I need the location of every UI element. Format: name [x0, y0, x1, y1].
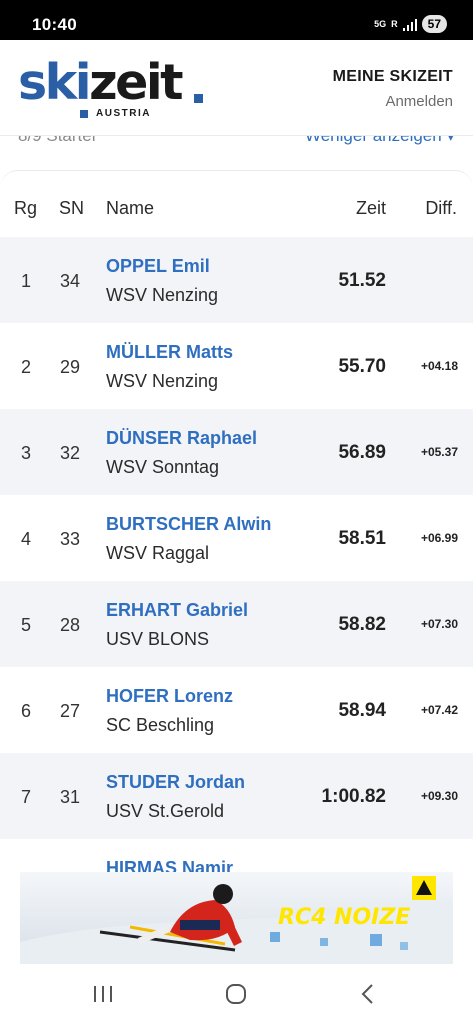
column-header-rank: Rg [14, 198, 38, 218]
logo-subtitle: AUSTRIA [96, 108, 151, 119]
logo-dot [194, 94, 203, 103]
athlete-name-link[interactable]: STUDER Jordan [106, 772, 245, 793]
athlete-name-link[interactable]: HOFER Lorenz [106, 686, 233, 707]
skizeit-logo[interactable]: skizeit AUSTRIA [18, 54, 208, 120]
status-time: 10:40 [32, 15, 77, 34]
chevron-up-icon: ▾ [446, 136, 455, 145]
column-header-time: Zeit [355, 198, 386, 218]
table-row[interactable]: 4 33 BURTSCHER Alwin WSV Raggal 58.51 +0… [0, 495, 473, 581]
time-cell: 58.82 [338, 614, 386, 635]
site-header: skizeit AUSTRIA MEINE SKIZEIT Anmelden [0, 40, 473, 136]
diff-cell: +07.42 [420, 703, 458, 717]
club-cell: WSV Nenzing [106, 371, 219, 391]
back-icon [361, 984, 373, 1004]
table-header: Rg SN Name Zeit Diff. [0, 171, 473, 237]
rank-cell: 3 [21, 443, 32, 463]
home-icon [226, 984, 246, 1004]
diff-cell: +05.37 [420, 445, 458, 459]
table-row[interactable]: 6 27 HOFER Lorenz SC Beschling 58.94 +07… [0, 667, 473, 753]
club-cell: WSV Nenzing [106, 285, 219, 305]
recent-apps-icon [94, 986, 112, 1002]
start-number-cell: 31 [60, 787, 81, 807]
athlete-name-link[interactable]: HIRMAS Namir [106, 858, 233, 872]
account-menu-title[interactable]: MEINE SKIZEIT [333, 68, 453, 86]
rank-cell: 6 [21, 701, 32, 721]
athlete-name-link[interactable]: BURTSCHER Alwin [106, 514, 271, 535]
status-bar: 10:40 5G R 57 [0, 0, 473, 40]
battery-indicator: 57 [421, 15, 447, 33]
table-row[interactable]: 5 28 ERHART Gabriel USV BLONS 58.82 +07.… [0, 581, 473, 667]
signal-icon [402, 18, 417, 31]
start-number-cell: 33 [60, 529, 81, 549]
column-header-sn: SN [59, 198, 85, 218]
rank-cell: 1 [21, 271, 32, 291]
athlete-name-link[interactable]: DÜNSER Raphael [106, 428, 257, 449]
club-cell: SC Beschling [106, 715, 215, 735]
table-row[interactable]: 1 34 OPPEL Emil WSV Nenzing 51.52 [0, 237, 473, 323]
rank-cell: 7 [21, 787, 32, 807]
start-number-cell: 29 [60, 357, 81, 377]
table-row[interactable]: 2 29 MÜLLER Matts WSV Nenzing 55.70 +04.… [0, 323, 473, 409]
column-header-diff: Diff. [425, 198, 457, 218]
logo-text-ski: ski [18, 54, 92, 111]
login-link[interactable]: Anmelden [385, 93, 453, 110]
starter-count: 8/9 Starter [18, 136, 97, 146]
club-cell: WSV Sonntag [106, 457, 220, 477]
back-button[interactable] [352, 979, 384, 1009]
start-number-cell: 34 [60, 271, 81, 291]
athlete-name-link[interactable]: OPPEL Emil [106, 256, 210, 277]
start-number-cell: 27 [60, 701, 81, 721]
results-table: Rg SN Name Zeit Diff. 1 34 OPPEL Emil WS… [0, 170, 473, 872]
starter-strip: 8/9 Starter Weniger anzeigen ▾ [0, 136, 473, 150]
diff-cell: +07.30 [420, 617, 458, 631]
table-row[interactable]: HIRMAS Namir [0, 839, 473, 872]
logo-wordmark: skizeit [18, 54, 184, 112]
table-row[interactable]: 7 31 STUDER Jordan USV St.Gerold 1:00.82… [0, 753, 473, 839]
diff-cell: +09.30 [420, 789, 458, 803]
athlete-name-link[interactable]: MÜLLER Matts [106, 342, 233, 363]
rank-cell: 5 [21, 615, 32, 635]
diff-cell: +04.18 [420, 359, 458, 373]
rank-cell: 4 [21, 529, 32, 549]
column-header-name: Name [106, 198, 155, 218]
ad-image: RC4 NOIZE [20, 872, 453, 964]
time-cell: 56.89 [338, 442, 386, 463]
ad-text: RC4 NOIZE [278, 905, 410, 930]
time-cell: 1:00.82 [321, 786, 386, 807]
show-less-label: Weniger anzeigen [305, 136, 442, 145]
home-button[interactable] [220, 979, 252, 1009]
recent-apps-button[interactable] [87, 979, 119, 1009]
logo-square-mark [80, 110, 88, 118]
status-icons: 5G R 57 [374, 14, 447, 34]
start-number-cell: 28 [60, 615, 81, 635]
rank-cell: 2 [21, 357, 32, 377]
start-number-cell: 32 [60, 443, 81, 463]
diff-cell: +06.99 [420, 531, 458, 545]
ad-banner[interactable]: RC4 NOIZE [20, 872, 453, 964]
club-cell: USV St.Gerold [106, 801, 225, 821]
time-cell: 55.70 [338, 356, 386, 377]
time-cell: 58.51 [338, 528, 386, 549]
system-nav-bar [0, 964, 473, 1024]
time-cell: 58.94 [338, 700, 386, 721]
network-label: 5G [374, 18, 387, 29]
roaming-label: R [391, 18, 398, 29]
club-cell: USV BLONS [106, 629, 210, 649]
table-row[interactable]: 3 32 DÜNSER Raphael WSV Sonntag 56.89 +0… [0, 409, 473, 495]
show-less-toggle[interactable]: Weniger anzeigen ▾ [305, 136, 455, 146]
club-cell: WSV Raggal [106, 543, 210, 563]
logo-text-zeit: zeit [89, 54, 183, 111]
athlete-name-link[interactable]: ERHART Gabriel [106, 600, 248, 621]
time-cell: 51.52 [338, 270, 386, 291]
